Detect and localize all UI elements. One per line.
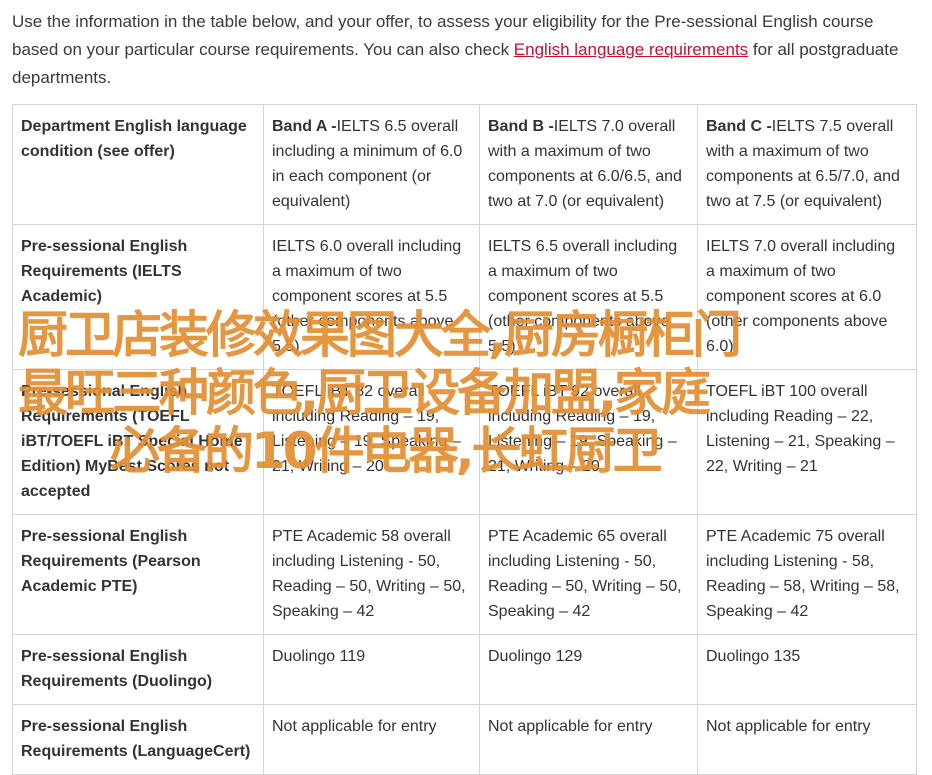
table-row: Pre-sessional English Requirements (Lang…: [12, 704, 917, 775]
band-label: Band A -: [272, 118, 337, 135]
table-cell: Duolingo 129: [479, 634, 698, 705]
row-header: Pre-sessional English Requirements (Duol…: [12, 634, 264, 705]
row-header: Pre-sessional English Requirements (IELT…: [12, 224, 264, 370]
table-cell: Band B -IELTS 7.0 overall with a maximum…: [479, 104, 698, 225]
table-cell: PTE Academic 65 overall including Listen…: [479, 514, 698, 635]
table-cell: Not applicable for entry: [697, 704, 917, 775]
table-cell: Not applicable for entry: [263, 704, 480, 775]
table-cell: IELTS 6.0 overall including a maximum of…: [263, 224, 480, 370]
row-header: Department English language condition (s…: [12, 104, 264, 225]
requirements-table: Department English language condition (s…: [12, 104, 917, 775]
row-header: Pre-sessional English Requirements (Pear…: [12, 514, 264, 635]
table-cell: TOEFL iBT 92 overall including Reading –…: [479, 369, 698, 515]
table-cell: TOEFL iBT 100 overall including Reading …: [697, 369, 917, 515]
table-row: Pre-sessional English Requirements (Duol…: [12, 634, 917, 705]
table-cell: Duolingo 119: [263, 634, 480, 705]
table-row: Pre-sessional English Requirements (TOEF…: [12, 369, 917, 515]
table-cell: Band C -IELTS 7.5 overall with a maximum…: [697, 104, 917, 225]
table-row: Department English language condition (s…: [12, 104, 917, 225]
band-label: Band C -: [706, 118, 772, 135]
table-cell: IELTS 7.0 overall including a maximum of…: [697, 224, 917, 370]
table-cell: Duolingo 135: [697, 634, 917, 705]
table-cell: Not applicable for entry: [479, 704, 698, 775]
english-language-requirements-link[interactable]: English language requirements: [514, 40, 748, 59]
table-cell: TOEFL iBT 82 overall including Reading –…: [263, 369, 480, 515]
table-row: Pre-sessional English Requirements (Pear…: [12, 514, 917, 635]
intro-paragraph: Use the information in the table below, …: [12, 8, 917, 92]
row-header: Pre-sessional English Requirements (Lang…: [12, 704, 264, 775]
table-cell: PTE Academic 58 overall including Listen…: [263, 514, 480, 635]
table-cell: IELTS 6.5 overall including a maximum of…: [479, 224, 698, 370]
row-header: Pre-sessional English Requirements (TOEF…: [12, 369, 264, 515]
table-cell: Band A -IELTS 6.5 overall including a mi…: [263, 104, 480, 225]
table-cell: PTE Academic 75 overall including Listen…: [697, 514, 917, 635]
band-label: Band B -: [488, 118, 554, 135]
table-row: Pre-sessional English Requirements (IELT…: [12, 224, 917, 370]
